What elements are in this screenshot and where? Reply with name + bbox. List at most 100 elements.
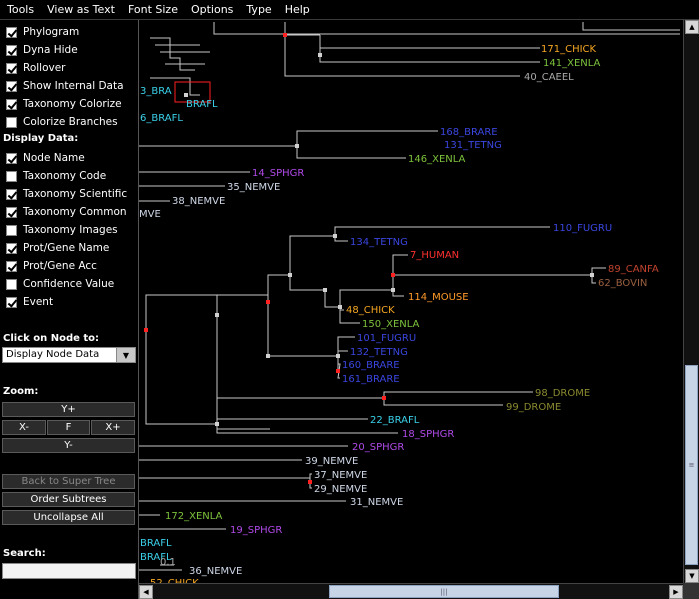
tree-leaf-label[interactable]: 150_XENLA xyxy=(362,319,420,330)
back-to-super-tree-button[interactable]: Back to Super Tree xyxy=(2,474,135,489)
zoom-y-plus-button[interactable]: Y+ xyxy=(2,402,135,417)
tree-leaf-label[interactable]: 131_TETNG xyxy=(444,140,502,151)
checkbox-icon[interactable] xyxy=(6,116,17,128)
display-prot-gene-name[interactable]: Prot/Gene Name xyxy=(6,240,109,256)
menu-tools[interactable]: Tools xyxy=(0,0,40,19)
display-taxonomy-images[interactable]: Taxonomy Images xyxy=(6,222,118,238)
menu-options[interactable]: Options xyxy=(184,0,239,19)
duplication-node[interactable] xyxy=(308,480,312,484)
option-show-internal-data[interactable]: Show Internal Data xyxy=(6,78,124,94)
speciation-node[interactable] xyxy=(215,422,219,426)
speciation-node[interactable] xyxy=(333,234,337,238)
scroll-down-icon[interactable]: ▼ xyxy=(685,569,699,583)
checkbox-icon[interactable] xyxy=(6,62,17,74)
tree-leaf-label[interactable]: 172_XENLA xyxy=(165,511,223,522)
vertical-scrollbar[interactable]: ▲ ≡ ▼ xyxy=(683,20,699,583)
uncollapse-all-button[interactable]: Uncollapse All xyxy=(2,510,135,525)
tree-leaf-label[interactable]: 99_DROME xyxy=(506,402,561,413)
checkbox-icon[interactable] xyxy=(6,278,17,290)
speciation-node[interactable] xyxy=(288,273,292,277)
duplication-node[interactable] xyxy=(144,328,148,332)
menu-font-size[interactable]: Font Size xyxy=(121,0,184,19)
duplication-node[interactable] xyxy=(266,300,270,304)
tree-leaf-label[interactable]: 134_TETNG xyxy=(350,237,408,248)
tree-leaf-label[interactable]: MVE xyxy=(139,209,161,220)
scroll-up-icon[interactable]: ▲ xyxy=(685,20,699,34)
tree-panel[interactable]: 171_CHICK 141_XENLA 40_CAEEL 3_BRA BRAFL 6_BR… xyxy=(139,20,683,583)
display-taxonomy-common[interactable]: Taxonomy Common xyxy=(6,204,127,220)
duplication-node[interactable] xyxy=(391,273,395,277)
menu-view-as-text[interactable]: View as Text xyxy=(40,0,121,19)
checkbox-icon[interactable] xyxy=(6,80,17,92)
tree-leaf-label[interactable]: 35_NEMVE xyxy=(227,182,280,193)
phylogenetic-tree[interactable]: 171_CHICK141_XENLA40_CAEEL3_BRABRAFL6_BR… xyxy=(139,20,683,583)
tree-leaf-label[interactable]: 98_DROME xyxy=(535,388,590,399)
tree-leaf-label[interactable]: 161_BRARE xyxy=(342,374,400,385)
speciation-node[interactable] xyxy=(391,288,395,292)
tree-leaf-label[interactable]: 114_MOUSE xyxy=(408,292,469,303)
tree-leaf-label[interactable]: 14_SPHGR xyxy=(252,168,304,179)
tree-leaf-label[interactable]: 171_CHICK xyxy=(541,44,597,55)
menu-help[interactable]: Help xyxy=(278,0,316,19)
tree-leaf-label[interactable]: 39_NEMVE xyxy=(305,456,358,467)
zoom-x-minus-button[interactable]: X- xyxy=(2,420,46,435)
tree-leaf-label[interactable]: 38_NEMVE xyxy=(172,196,225,207)
display-taxonomy-scientific[interactable]: Taxonomy Scientific xyxy=(6,186,127,202)
duplication-node[interactable] xyxy=(283,33,287,37)
tree-leaf-label[interactable]: 20_SPHGR xyxy=(352,442,404,453)
horizontal-scrollbar[interactable]: ◀ ||| ▶ xyxy=(139,583,683,599)
speciation-node[interactable] xyxy=(590,273,594,277)
tree-leaf-label[interactable]: 0.1 xyxy=(160,557,176,568)
tree-leaf-label[interactable]: 146_XENLA xyxy=(408,154,466,165)
display-confidence-value[interactable]: Confidence Value xyxy=(6,276,114,292)
speciation-node[interactable] xyxy=(215,313,219,317)
tree-leaf-label[interactable]: 110_FUGRU xyxy=(553,223,612,234)
speciation-node[interactable] xyxy=(266,354,270,358)
display-event[interactable]: Event xyxy=(6,294,53,310)
checkbox-icon[interactable] xyxy=(6,188,17,200)
checkbox-icon[interactable] xyxy=(6,44,17,56)
option-dyna-hide[interactable]: Dyna Hide xyxy=(6,42,78,58)
tree-leaf-label[interactable]: 19_SPHGR xyxy=(230,525,282,536)
duplication-node[interactable] xyxy=(382,396,386,400)
speciation-node[interactable] xyxy=(184,93,188,97)
tree-leaf-label[interactable]: 101_FUGRU xyxy=(357,333,416,344)
tree-leaf-label[interactable]: 37_NEMVE xyxy=(314,470,367,481)
vertical-scroll-thumb[interactable]: ≡ xyxy=(685,365,698,565)
speciation-node[interactable] xyxy=(323,288,327,292)
checkbox-icon[interactable] xyxy=(6,98,17,110)
display-prot-gene-acc[interactable]: Prot/Gene Acc xyxy=(6,258,97,274)
checkbox-icon[interactable] xyxy=(6,260,17,272)
tree-leaf-label[interactable]: BRAFL xyxy=(140,538,172,549)
tree-leaf-label[interactable]: 3_BRA xyxy=(140,86,172,97)
option-colorize-branches[interactable]: Colorize Branches xyxy=(6,114,118,130)
scroll-right-icon[interactable]: ▶ xyxy=(669,585,683,599)
display-taxonomy-code[interactable]: Taxonomy Code xyxy=(6,168,106,184)
tree-leaf-label[interactable]: 62_BOVIN xyxy=(598,278,647,289)
tree-leaf-label[interactable]: 18_SPHGR xyxy=(402,429,454,440)
speciation-node[interactable] xyxy=(338,305,342,309)
checkbox-icon[interactable] xyxy=(6,296,17,308)
tree-leaf-label[interactable]: 7_HUMAN xyxy=(410,250,459,261)
tree-leaf-label[interactable]: 132_TETNG xyxy=(350,347,408,358)
tree-leaf-label[interactable]: 31_NEMVE xyxy=(350,497,403,508)
option-rollover[interactable]: Rollover xyxy=(6,60,66,76)
tree-leaf-label[interactable]: 40_CAEEL xyxy=(524,72,574,83)
tree-leaf-label[interactable]: 89_CANFA xyxy=(608,264,659,275)
tree-leaf-label[interactable]: 141_XENLA xyxy=(543,58,601,69)
click-node-dropdown[interactable]: Display Node Data ▼ xyxy=(2,347,136,363)
checkbox-icon[interactable] xyxy=(6,170,17,182)
menu-type[interactable]: Type xyxy=(239,0,277,19)
checkbox-icon[interactable] xyxy=(6,224,17,236)
tree-leaf-label[interactable]: 160_BRARE xyxy=(342,360,400,371)
checkbox-icon[interactable] xyxy=(6,242,17,254)
horizontal-scroll-thumb[interactable]: ||| xyxy=(329,585,559,598)
tree-leaf-label[interactable]: 22_BRAFL xyxy=(370,415,420,426)
tree-leaf-label[interactable]: BRAFL xyxy=(186,99,218,110)
tree-leaf-label[interactable]: 6_BRAFL xyxy=(140,113,183,124)
chevron-down-icon[interactable]: ▼ xyxy=(116,348,135,362)
tree-leaf-label[interactable]: 168_BRARE xyxy=(440,127,498,138)
order-subtrees-button[interactable]: Order Subtrees xyxy=(2,492,135,507)
zoom-y-minus-button[interactable]: Y- xyxy=(2,438,135,453)
search-input[interactable] xyxy=(2,563,136,579)
